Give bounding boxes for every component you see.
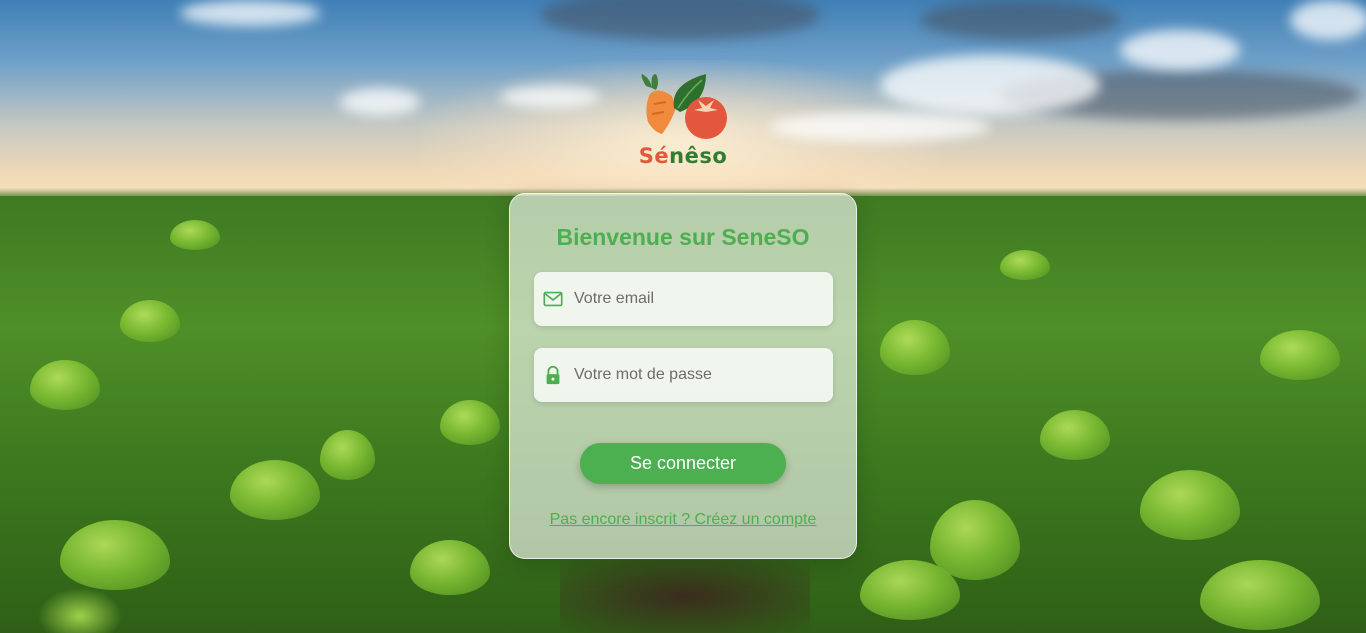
seneso-logo: Sénêso (628, 72, 738, 172)
password-input[interactable] (574, 355, 814, 395)
logo-wordmark: Sénêso (638, 144, 728, 168)
login-card: Bienvenue sur SeneSO Se connecter Pas en… (509, 193, 857, 559)
password-field-container (534, 348, 833, 402)
lock-icon (542, 364, 564, 386)
email-field-container (534, 272, 833, 326)
vegetables-logo-icon (641, 74, 727, 139)
email-input[interactable] (574, 279, 814, 319)
mail-icon (542, 288, 564, 310)
login-button[interactable]: Se connecter (580, 443, 786, 484)
login-title: Bienvenue sur SeneSO (556, 224, 810, 250)
signup-link[interactable]: Pas encore inscrit ? Créez un compte (510, 511, 856, 529)
